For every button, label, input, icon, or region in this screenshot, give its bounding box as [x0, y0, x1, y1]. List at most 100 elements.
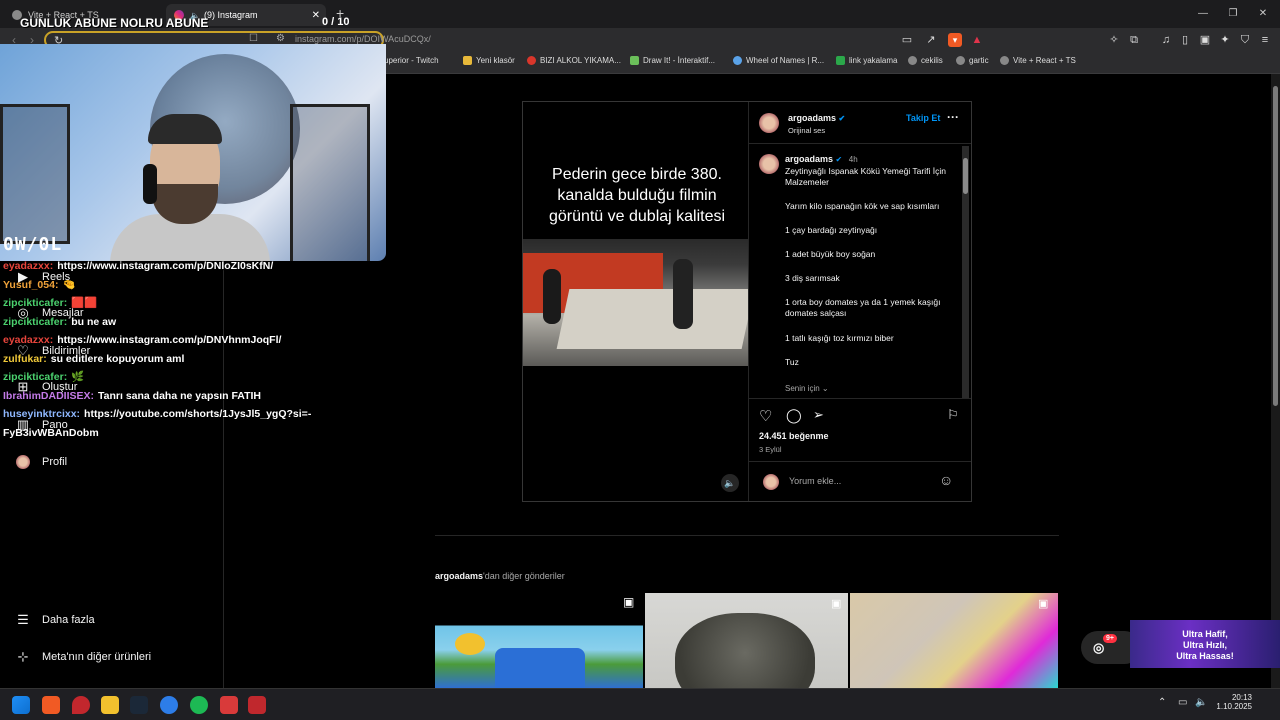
- ingredient: 1 çay bardağı zeytinyağı: [785, 225, 878, 235]
- verified-icon: ✔: [838, 114, 846, 123]
- maximize-button[interactable]: ❐: [1218, 6, 1248, 22]
- right-shelf: [290, 104, 370, 261]
- comment-input[interactable]: Yorum ekle...: [789, 476, 841, 486]
- sidebar-item-meta[interactable]: ⊹ Meta'nın diğer ürünleri: [16, 649, 152, 664]
- sidebar-icon[interactable]: ▯: [1178, 33, 1192, 47]
- bookmark-item[interactable]: superior - Twitch: [380, 56, 439, 65]
- windows-start-icon[interactable]: [12, 696, 30, 714]
- media-caption: Pederin gece birde 380. kanalda bulduğu …: [548, 166, 726, 225]
- post-media[interactable]: Pederin gece birde 380. kanalda bulduğu …: [523, 102, 749, 501]
- app-icon[interactable]: [220, 696, 238, 714]
- chevron-down-icon: ⌄: [821, 384, 829, 393]
- wallet-icon[interactable]: ▣: [1198, 33, 1212, 47]
- video-person: [543, 269, 561, 324]
- chat-text: 🤏: [62, 278, 76, 291]
- play-icon: [836, 56, 845, 65]
- mute-icon[interactable]: 🔈: [721, 474, 739, 492]
- tab-label: (9) Instagram: [203, 10, 258, 20]
- music-icon[interactable]: ♫: [1159, 33, 1173, 47]
- share-icon[interactable]: ➢: [813, 407, 824, 423]
- extensions-icon[interactable]: ✧: [1107, 33, 1121, 47]
- chat-message: FyB3ivWBAnDobm: [3, 424, 363, 443]
- file-explorer-icon[interactable]: [101, 696, 119, 714]
- save-icon[interactable]: ⚐: [947, 407, 959, 423]
- ai-icon[interactable]: ✦: [1218, 33, 1232, 47]
- reel-icon: ▣: [831, 598, 842, 610]
- sub-counter: 0 / 10: [322, 16, 350, 28]
- page-scrollbar[interactable]: [1271, 74, 1280, 688]
- close-window-button[interactable]: ✕: [1248, 6, 1278, 22]
- vpn-icon[interactable]: ⛉: [1238, 33, 1252, 47]
- ingredient: 1 orta boy domates ya da 1 yemek kaşığı …: [785, 297, 941, 318]
- spotify-icon[interactable]: [190, 696, 208, 714]
- chat-username: zipcikticafer:: [3, 297, 68, 309]
- globe-icon: [1000, 56, 1009, 65]
- comment-icon[interactable]: ◯: [786, 407, 802, 424]
- bookmark-item[interactable]: Draw It! - İnteraktif...: [630, 56, 715, 65]
- post-thumbnail[interactable]: ▣: [850, 593, 1058, 688]
- clock[interactable]: 20:13 1.10.2025: [1214, 693, 1252, 711]
- streamer-hat: [148, 114, 222, 144]
- chat-username: zipcikticafer:: [3, 315, 68, 328]
- sidebar-item-profile[interactable]: Profil: [16, 455, 67, 469]
- verified-icon: ✔: [835, 155, 843, 164]
- share-icon[interactable]: ↗: [924, 33, 938, 47]
- audio-label[interactable]: Orijinal ses: [788, 126, 825, 135]
- ad-banner[interactable]: Ultra Hafif, Ultra Hızlı, Ultra Hassas!: [1130, 620, 1280, 668]
- rewards-icon[interactable]: ▲: [970, 33, 984, 47]
- bookmark-item[interactable]: link yakalama: [836, 56, 897, 65]
- video-frame[interactable]: [523, 239, 748, 366]
- bookmark-item[interactable]: cekilis: [908, 56, 943, 65]
- close-tab-icon[interactable]: ✕: [312, 10, 320, 21]
- network-icon[interactable]: ▭: [1178, 697, 1187, 708]
- app-icon[interactable]: [248, 696, 266, 714]
- screenshot-icon[interactable]: ⧉: [1127, 33, 1141, 47]
- post-header: argoadams ✔ Orijinal ses Takip Et ···: [749, 102, 971, 144]
- menu-icon[interactable]: ≡: [1258, 33, 1272, 47]
- volume-icon[interactable]: 🔈: [1195, 697, 1207, 708]
- for-you-toggle[interactable]: Senin için ⌄: [785, 383, 955, 394]
- tray-chevron-icon[interactable]: ⌃: [1158, 697, 1166, 708]
- author-avatar[interactable]: [759, 154, 779, 174]
- emoji-icon[interactable]: ☺: [939, 472, 953, 488]
- bookmark-item[interactable]: Yeni klasör: [463, 56, 515, 65]
- url-text[interactable]: instagram.com/p/DOIWAcuDCQx/: [295, 34, 431, 44]
- apps-icon: ⊹: [17, 649, 29, 664]
- brave-icon[interactable]: [42, 696, 60, 714]
- post-thumbnail[interactable]: ▣: [645, 593, 848, 688]
- stream-title: GUNLUK ABUNE NOLRU ABUNE: [20, 16, 209, 30]
- site-info-icon[interactable]: ⚙: [276, 33, 285, 44]
- ingredient: Yarım kilo ıspanağın kök ve sap kısımlar…: [785, 201, 940, 211]
- scrollbar-thumb[interactable]: [963, 158, 968, 194]
- bookmark-item[interactable]: Vite + React + TS: [1000, 56, 1076, 65]
- scrollbar-thumb[interactable]: [1273, 86, 1278, 406]
- more-options-icon[interactable]: ···: [947, 110, 959, 124]
- ingredient: 1 adet büyük boy soğan: [785, 249, 876, 259]
- chat-message: zipcikticafer: bu ne aw: [3, 313, 363, 332]
- bookmark-item[interactable]: BIZI ALKOL YIKAMA...: [527, 56, 621, 65]
- globe-icon: [908, 56, 917, 65]
- bookmark-item[interactable]: Wheel of Names | R...: [733, 56, 824, 65]
- author-name[interactable]: argoadams ✔: [788, 113, 845, 123]
- bookmark-item[interactable]: gartic: [956, 56, 989, 65]
- brave-shield-icon[interactable]: ▾: [948, 33, 962, 47]
- follow-button[interactable]: Takip Et: [906, 113, 940, 123]
- app-icon[interactable]: [160, 696, 178, 714]
- minimize-button[interactable]: —: [1188, 6, 1218, 22]
- sidebar-item-more[interactable]: ☰ Daha fazla: [16, 613, 94, 627]
- post-thumbnail[interactable]: ▣: [435, 593, 643, 688]
- post-date[interactable]: 3 Eylül: [759, 445, 782, 454]
- chat-message: Yusuf_054: 🤏: [3, 276, 363, 295]
- likes-count[interactable]: 24.451 beğenme: [759, 431, 829, 441]
- bookmark-icon[interactable]: ☐: [249, 33, 258, 44]
- steam-icon[interactable]: [130, 696, 148, 714]
- globe-icon: [956, 56, 965, 65]
- maps-icon[interactable]: [72, 696, 90, 714]
- reel-icon: ▣: [1038, 598, 1049, 610]
- screen-icon[interactable]: ▭: [900, 33, 914, 47]
- like-icon[interactable]: ♡: [759, 407, 772, 425]
- chat-username: zipcikticafer:: [3, 371, 68, 383]
- author-avatar[interactable]: [759, 113, 779, 133]
- caption-scrollbar[interactable]: [962, 146, 969, 398]
- headset: [143, 164, 157, 204]
